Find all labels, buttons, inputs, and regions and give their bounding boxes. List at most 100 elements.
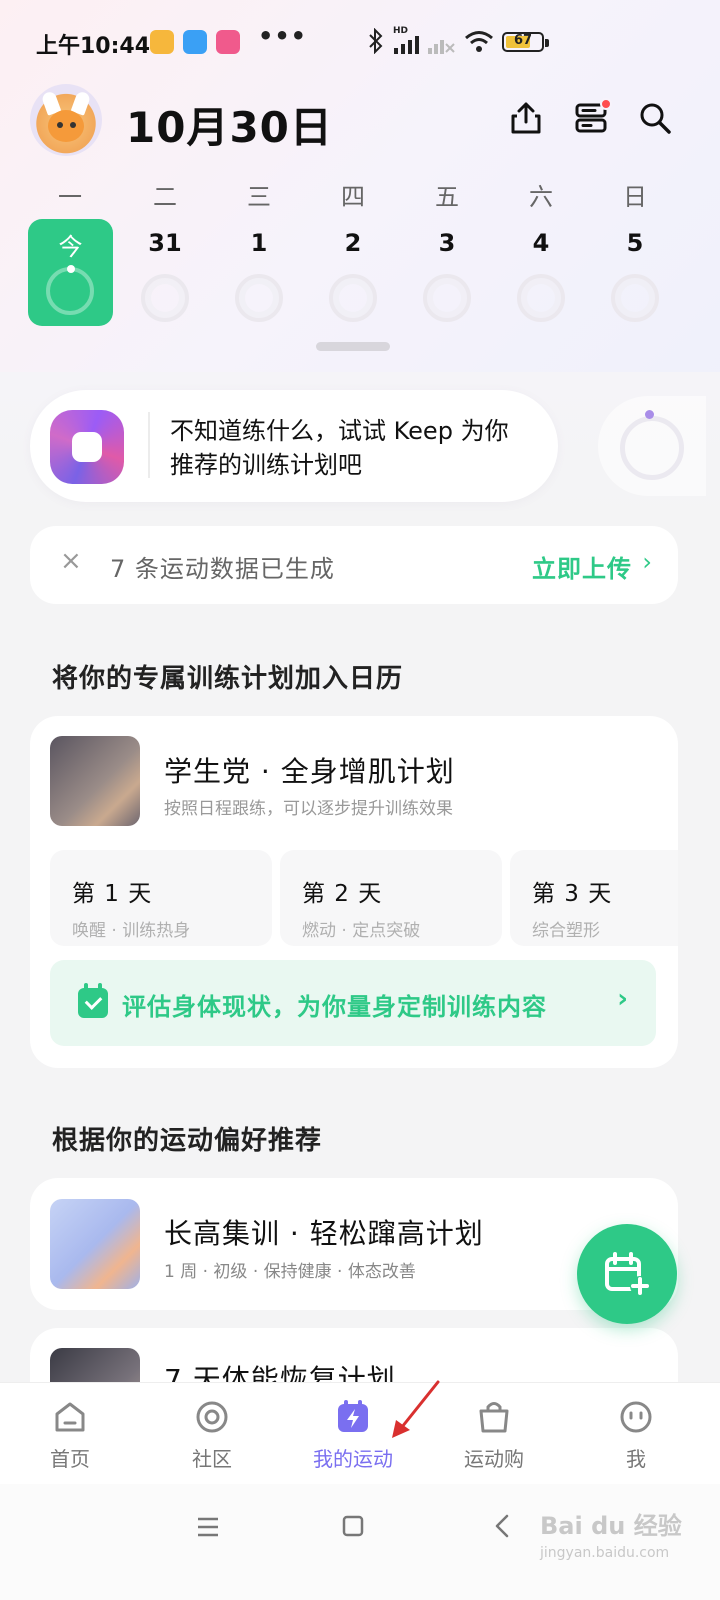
notes-app-icon <box>150 30 174 54</box>
watermark-main: Bai du 经验 <box>540 1512 682 1540</box>
battery-indicator: 67 <box>502 32 544 52</box>
bilibili-app-icon <box>216 30 240 54</box>
day-progress-ring <box>611 274 659 322</box>
home-icon <box>55 1402 85 1432</box>
chevron-right-icon[interactable]: › <box>642 548 652 576</box>
search-icon[interactable] <box>637 100 673 136</box>
plan-tags: 1 周 · 初级 · 保持健康 · 体态改善 <box>164 1262 416 1282</box>
plan-thumbnail <box>50 736 140 826</box>
tab-me[interactable]: 我 <box>566 1383 706 1485</box>
weekday-label: 二 <box>153 183 177 211</box>
plan-day-card[interactable]: 第 3 天 综合塑形 <box>510 850 678 946</box>
today-progress-dot <box>67 265 75 273</box>
day-number: 1 <box>250 229 268 257</box>
calendar-expand-handle[interactable] <box>316 342 390 351</box>
tab-label: 运动购 <box>464 1447 524 1471</box>
weekday-label: 一 <box>58 183 82 211</box>
week-day-today[interactable]: 今 <box>28 219 113 326</box>
banner-text-line1: 不知道练什么，试试 Keep 为你 <box>170 417 509 445</box>
bluetooth-icon <box>369 28 383 54</box>
week-day-sat[interactable]: 六 4 <box>499 180 583 322</box>
week-day-sun[interactable]: 日 5 <box>593 180 677 322</box>
plan-card[interactable]: 学生党 · 全身增肌计划 按照日程跟练，可以逐步提升训练效果 第 1 天 唤醒 … <box>30 716 678 1068</box>
add-to-calendar-button[interactable] <box>577 1224 677 1324</box>
goal-ring-icon <box>620 416 684 480</box>
avatar[interactable] <box>30 84 102 156</box>
week-day-tue[interactable]: 二 31 <box>123 180 207 322</box>
share-icon[interactable] <box>508 100 544 136</box>
day-number: 2 <box>344 229 362 257</box>
signal-icon <box>394 36 419 54</box>
plan-day-tags: 唤醒 · 训练热身 <box>72 921 191 941</box>
tab-home[interactable]: 首页 <box>0 1383 140 1485</box>
baidu-watermark: Bai du 经验 jingyan.baidu.com <box>540 1506 682 1561</box>
annotation-arrow <box>392 1380 440 1438</box>
page-title-date: 10月30日 <box>126 103 333 152</box>
day-progress-ring <box>329 274 377 322</box>
menu-icon[interactable] <box>196 1516 220 1538</box>
wifi-icon <box>465 31 493 52</box>
plan-day-card[interactable]: 第 2 天 燃动 · 定点突破 <box>280 850 502 946</box>
bottom-tab-bar: 首页 社区 我的运动 运动购 我 <box>0 1382 720 1484</box>
plan-title: 学生党 · 全身增肌计划 <box>164 755 455 788</box>
goal-ring-dot <box>645 410 654 419</box>
weekday-label: 日 <box>623 183 647 211</box>
banner-text: 不知道练什么，试试 Keep 为你 推荐的训练计划吧 <box>170 414 540 482</box>
section-title-preference: 根据你的运动偏好推荐 <box>52 1126 323 1156</box>
community-icon <box>196 1401 228 1433</box>
goal-ring-peek[interactable] <box>598 396 706 496</box>
my-sport-icon <box>338 1400 368 1432</box>
schedule-notification-badge <box>600 98 612 110</box>
status-time: 上午10:44 <box>36 34 151 59</box>
tab-label: 社区 <box>192 1447 232 1471</box>
signal-weak-icon <box>428 40 455 54</box>
tab-label: 我 <box>626 1447 646 1471</box>
week-day-wed[interactable]: 三 1 <box>217 180 301 322</box>
tab-community[interactable]: 社区 <box>142 1383 282 1485</box>
chevron-right-icon: › <box>617 984 628 1014</box>
banner-divider <box>148 412 150 478</box>
more-notifications-icon: ••• <box>258 22 308 50</box>
weekday-label: 四 <box>341 183 365 211</box>
back-icon[interactable] <box>494 1513 510 1539</box>
upload-now-button[interactable]: 立即上传 <box>532 549 632 584</box>
status-bar: 上午10:44 ••• HD 67 <box>0 22 720 62</box>
recommend-plan-banner[interactable]: 不知道练什么，试试 Keep 为你 推荐的训练计划吧 <box>30 390 558 502</box>
plan-thumbnail <box>50 1199 140 1289</box>
day-progress-ring <box>141 274 189 322</box>
avatar-face <box>48 110 84 142</box>
day-number: 3 <box>438 229 456 257</box>
week-day-fri[interactable]: 五 3 <box>405 180 489 322</box>
day-progress-ring <box>235 274 283 322</box>
close-icon[interactable]: × <box>60 546 84 582</box>
battery-cap <box>545 39 549 47</box>
profile-icon <box>620 1401 652 1433</box>
plan-day-card[interactable]: 第 1 天 唤醒 · 训练热身 <box>50 850 272 946</box>
avatar-eye-right <box>70 122 76 128</box>
weekday-label: 三 <box>247 183 271 211</box>
body-assessment-button[interactable]: 评估身体现状，为你量身定制训练内容 › <box>50 960 656 1046</box>
calendar-add-icon <box>605 1252 650 1296</box>
upload-message: 7 条运动数据已生成 <box>110 555 335 583</box>
plan-day-tags: 燃动 · 定点突破 <box>302 921 421 941</box>
plan-subtitle: 按照日程跟练，可以逐步提升训练效果 <box>164 799 453 819</box>
today-label: 今 <box>58 233 83 261</box>
day-number: 4 <box>532 229 550 257</box>
avatar-eye-left <box>57 122 63 128</box>
keep-flower-icon <box>50 410 124 484</box>
weekday-label: 五 <box>435 183 459 211</box>
weekday-label: 六 <box>529 183 553 211</box>
home-button-icon[interactable] <box>342 1515 364 1537</box>
plan-day-title: 第 3 天 <box>532 881 613 907</box>
week-day-thu[interactable]: 四 2 <box>311 180 395 322</box>
banner-text-line2: 推荐的训练计划吧 <box>170 451 362 479</box>
assessment-label: 评估身体现状，为你量身定制训练内容 <box>122 993 547 1021</box>
plan-day-title: 第 1 天 <box>72 881 153 907</box>
day-number: 31 <box>148 229 182 257</box>
day-progress-ring <box>423 274 471 322</box>
plan-day-title: 第 2 天 <box>302 881 383 907</box>
week-day-mon: 一 <box>28 180 112 214</box>
tab-label: 我的运动 <box>313 1447 393 1471</box>
shopping-bag-icon <box>479 1402 509 1433</box>
battery-level: 67 <box>513 33 533 48</box>
